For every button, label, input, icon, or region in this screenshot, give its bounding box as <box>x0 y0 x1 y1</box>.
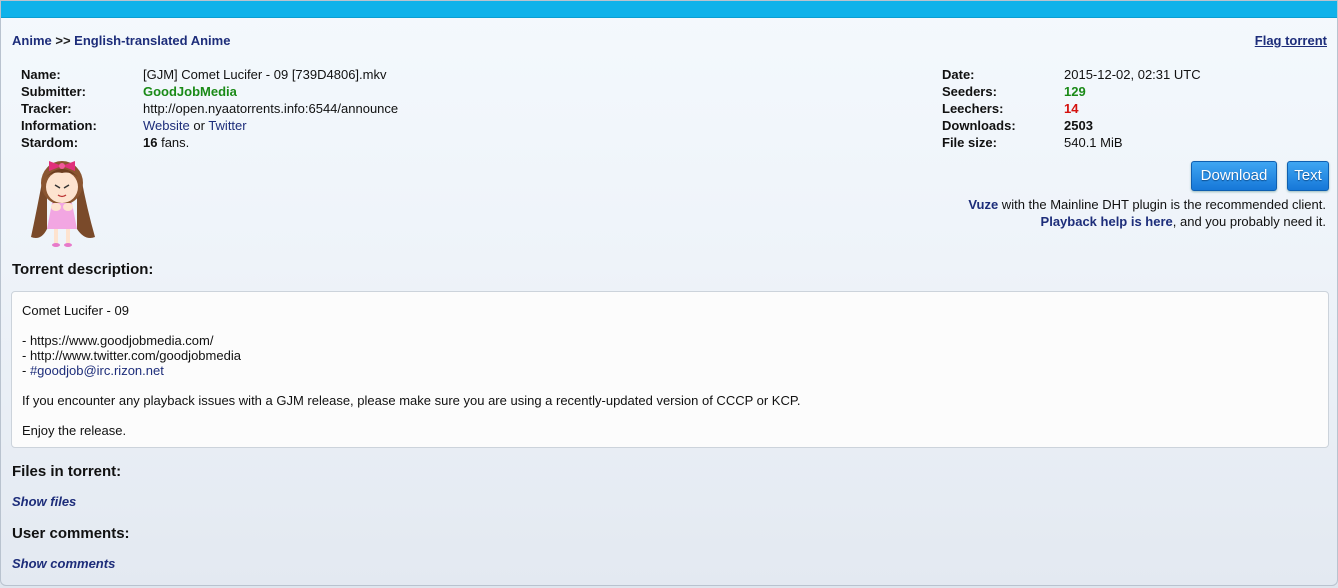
files-heading: Files in torrent: <box>12 463 122 480</box>
playback-help-rest: , and you probably need it. <box>1172 214 1326 229</box>
stardom-count: 16 <box>143 135 158 150</box>
information-row: Information: Website or Twitter <box>21 118 398 135</box>
client-recommendation: Vuze with the Mainline DHT plugin is the… <box>968 196 1326 230</box>
leechers-label: Leechers: <box>942 101 1004 116</box>
irc-link[interactable]: #goodjob@irc.rizon.net <box>30 363 164 378</box>
show-comments-link[interactable]: Show comments <box>12 556 115 571</box>
downloads-label: Downloads: <box>942 118 1016 133</box>
client-line-2: Playback help is here, and you probably … <box>968 213 1326 230</box>
submitter-link[interactable]: GoodJobMedia <box>143 84 237 99</box>
stardom-label: Stardom: <box>21 135 79 150</box>
seeders-label: Seeders: <box>942 84 997 99</box>
show-files-link[interactable]: Show files <box>12 494 76 509</box>
vuze-rest: with the Mainline DHT plugin is the reco… <box>998 197 1326 212</box>
breadcrumb-separator: >> <box>55 33 71 48</box>
tracker-value: http://open.nyaatorrents.info:6544/annou… <box>143 101 399 116</box>
breadcrumb: Anime >> English-translated Anime <box>12 33 230 48</box>
torrent-description-box: Comet Lucifer - 09 - https://www.goodjob… <box>11 291 1329 448</box>
torrent-info-right: Date: 2015-12-02, 02:31 UTC Seeders: 129 L… <box>942 67 1201 152</box>
flag-torrent-link[interactable]: Flag torrent <box>1255 33 1327 48</box>
vuze-link[interactable]: Vuze <box>968 197 998 212</box>
information-or: or <box>193 118 205 133</box>
comments-heading: User comments: <box>12 525 130 542</box>
torrent-description-heading: Torrent description: <box>12 261 154 278</box>
playback-help-label: Playback help is here <box>1040 214 1173 229</box>
date-label: Date: <box>942 67 975 82</box>
torrent-info-left: Name: [GJM] Comet Lucifer - 09 [739D4806]… <box>21 67 398 152</box>
filesize-row: File size: 540.1 MiB <box>942 135 1201 152</box>
filesize-label: File size: <box>942 135 997 150</box>
tracker-row: Tracker: http://open.nyaatorrents.info:65… <box>21 101 398 118</box>
leechers-value: 14 <box>1064 101 1079 116</box>
seeders-row: Seeders: 129 <box>942 84 1201 101</box>
breadcrumb-anime-link[interactable]: Anime <box>12 33 52 48</box>
website-link[interactable]: Website <box>143 118 190 133</box>
filesize-value: 540.1 MiB <box>1064 135 1123 150</box>
desc-line-enjoy: Enjoy the release. <box>22 423 127 438</box>
desc-line-title: Comet Lucifer - 09 <box>22 303 129 318</box>
information-label: Information: <box>21 118 97 133</box>
submitter-label: Submitter: <box>21 84 86 99</box>
name-row: Name: [GJM] Comet Lucifer - 09 [739D4806]… <box>21 67 398 84</box>
stardom-mascot-image <box>31 161 95 247</box>
client-line-1: Vuze with the Mainline DHT plugin is the… <box>968 196 1326 213</box>
name-label: Name: <box>21 67 61 82</box>
downloads-row: Downloads: 2503 <box>942 118 1201 135</box>
downloads-value: 2503 <box>1064 118 1093 133</box>
desc-line-playback: If you encounter any playback issues wit… <box>22 393 801 408</box>
date-row: Date: 2015-12-02, 02:31 UTC <box>942 67 1201 84</box>
name-value: [GJM] Comet Lucifer - 09 [739D4806].mkv <box>143 67 387 82</box>
tracker-label: Tracker: <box>21 101 72 116</box>
twitter-link[interactable]: Twitter <box>208 118 246 133</box>
breadcrumb-english-anime-link[interactable]: English-translated Anime <box>74 33 230 48</box>
download-button[interactable]: Download <box>1191 161 1277 191</box>
playback-help-link[interactable]: Playback help is here <box>1041 214 1173 229</box>
leechers-row: Leechers: 14 <box>942 101 1201 118</box>
desc-line-website: - https://www.goodjobmedia.com/ <box>22 333 214 348</box>
submitter-row: Submitter: GoodJobMedia <box>21 84 398 101</box>
torrent-page: Anime >> English-translated Anime Flag t… <box>0 0 1338 586</box>
date-value: 2015-12-02, 02:31 UTC <box>1064 67 1201 82</box>
stardom-suffix: fans. <box>161 135 190 150</box>
top-bar <box>1 1 1337 18</box>
desc-irc-prefix: - <box>22 363 30 378</box>
text-button[interactable]: Text <box>1287 161 1329 191</box>
desc-line-twitter: - http://www.twitter.com/goodjobmedia <box>22 348 241 363</box>
seeders-value: 129 <box>1064 84 1086 99</box>
vuze-link-label: Vuze <box>968 197 999 212</box>
desc-line-irc: - #goodjob@irc.rizon.net <box>22 363 164 378</box>
